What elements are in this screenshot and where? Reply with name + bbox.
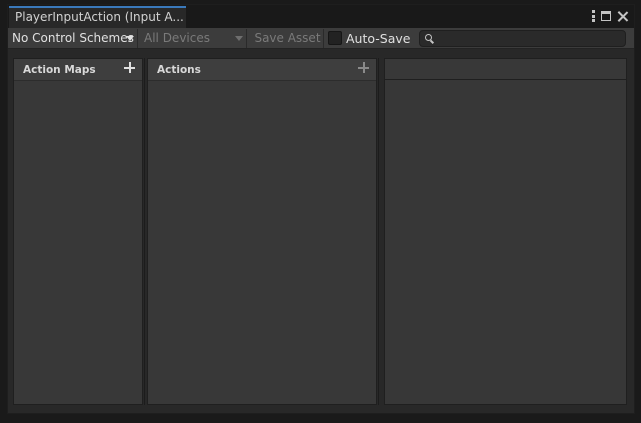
pane-divider[interactable] [378,58,379,405]
action-maps-header: Action Maps [14,59,142,81]
pane-divider[interactable] [144,58,145,405]
close-icon[interactable] [617,11,628,22]
tab-player-input-action[interactable]: PlayerInputAction (Input A... [9,6,186,28]
search-icon [425,34,432,41]
chevron-down-icon [235,36,243,41]
action-maps-pane: Action Maps [13,58,143,405]
chevron-down-icon [126,36,134,41]
search-field[interactable] [419,30,626,47]
auto-save-label: Auto-Save [346,31,411,46]
action-maps-title: Action Maps [23,64,96,76]
window-controls [591,8,628,24]
kebab-menu-icon[interactable] [591,10,595,22]
maximize-icon[interactable] [601,11,611,21]
tab-bar: PlayerInputAction (Input A... [8,5,634,28]
add-action-map-icon[interactable] [124,62,135,73]
actions-header: Actions [148,59,376,81]
devices-label: All Devices [144,31,210,45]
properties-pane [384,58,627,405]
input-actions-window: PlayerInputAction (Input A... No Control… [7,4,635,414]
toolbar: No Control Schemes All Devices Save Asse… [8,28,634,49]
search-input[interactable] [436,31,624,46]
devices-dropdown[interactable]: All Devices [140,29,247,48]
control-scheme-dropdown[interactable]: No Control Schemes [8,29,138,48]
properties-header [385,59,626,80]
save-asset-button[interactable]: Save Asset [252,29,324,48]
control-scheme-label: No Control Schemes [12,31,134,45]
actions-title: Actions [157,64,201,76]
add-action-icon[interactable] [358,62,369,73]
actions-pane: Actions [147,58,377,405]
auto-save-checkbox[interactable] [328,31,342,45]
